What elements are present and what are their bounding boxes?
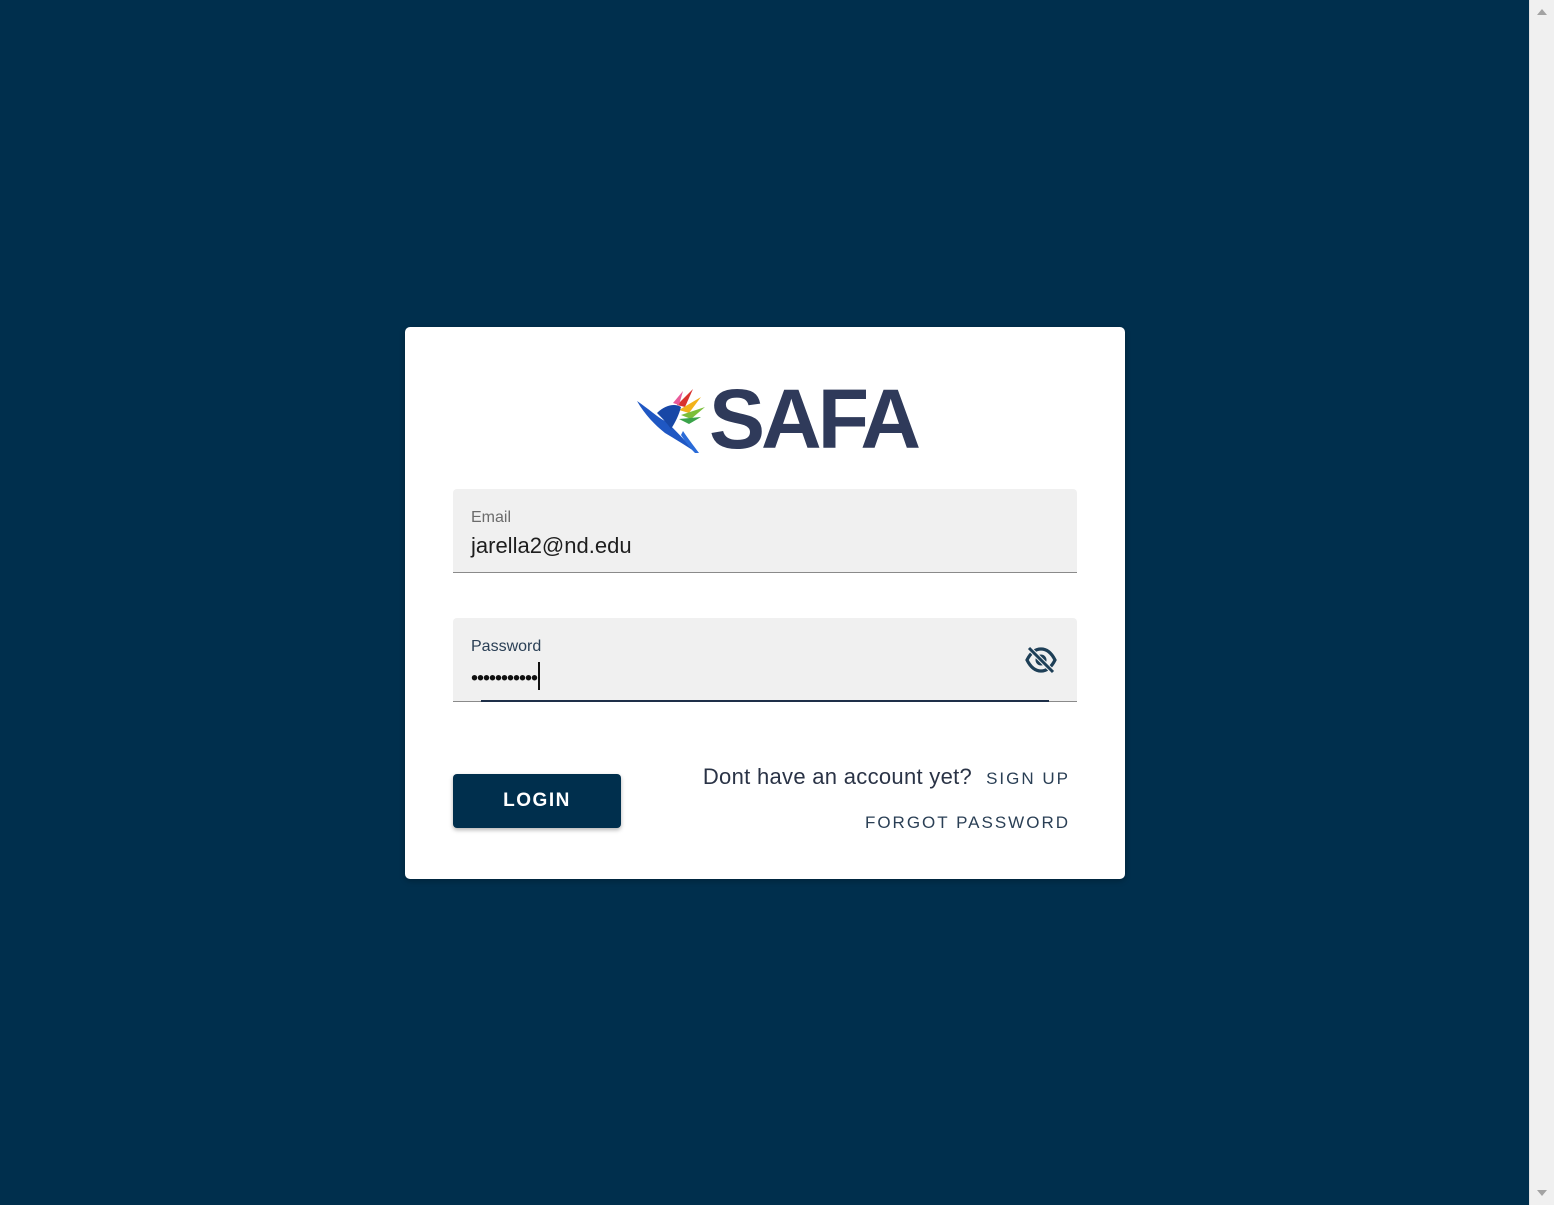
password-focus-underline <box>481 700 1049 702</box>
forgot-password-link[interactable]: FORGOT PASSWORD <box>865 813 1070 833</box>
email-label: Email <box>471 509 512 526</box>
password-masked-value: ••••••••••• <box>471 667 538 690</box>
scroll-down-button[interactable] <box>1530 1184 1554 1202</box>
password-field[interactable]: Password ••••••••••• <box>453 618 1077 702</box>
brand-logo: SAFA <box>635 377 921 461</box>
login-button[interactable]: LOGIN <box>453 774 621 828</box>
signup-prompt: Dont have an account yet? <box>702 764 973 789</box>
signup-row: Dont have an account yet? SIGN UP <box>703 764 1070 790</box>
scroll-up-button[interactable] <box>1530 3 1554 21</box>
eye-off-icon <box>1025 646 1057 674</box>
page-background: SAFA Email jarella2@nd.edu Password ••••… <box>0 0 1529 1205</box>
scroll-up-arrow-icon <box>1537 9 1547 15</box>
email-field[interactable]: Email jarella2@nd.edu <box>453 489 1077 573</box>
login-card: SAFA Email jarella2@nd.edu Password ••••… <box>405 327 1125 879</box>
password-visibility-toggle[interactable] <box>1023 644 1059 676</box>
password-label: Password <box>471 638 542 655</box>
brand-name: SAFA <box>709 372 921 466</box>
scroll-down-arrow-icon <box>1537 1190 1547 1196</box>
hummingbird-logo-icon <box>637 389 705 453</box>
password-input[interactable]: ••••••••••• <box>471 662 540 693</box>
email-input[interactable]: jarella2@nd.edu <box>471 533 991 559</box>
vertical-scrollbar[interactable] <box>1529 0 1554 1205</box>
signup-link[interactable]: SIGN UP <box>986 769 1070 789</box>
text-caret <box>538 662 540 690</box>
